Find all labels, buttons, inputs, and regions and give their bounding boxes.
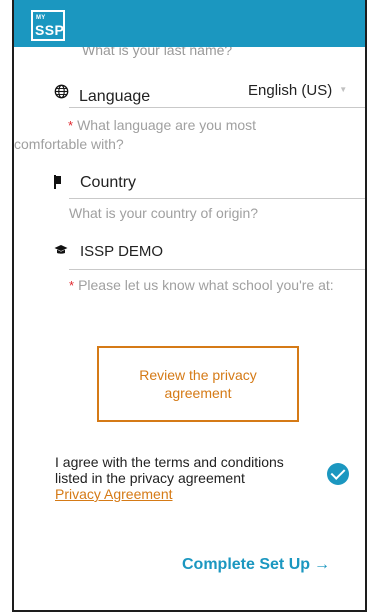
agreement-text: I agree with the terms and conditions li… (55, 454, 290, 502)
language-helper-line2: comfortable with? (14, 136, 124, 152)
language-selected-value: English (US) (248, 82, 333, 99)
school-helper[interactable]: * Please let us know what school you're a… (69, 277, 334, 293)
language-helper-line1: * What language are you most (14, 116, 314, 135)
country-label: Country (80, 174, 137, 191)
complete-setup-label: Complete Set Up (182, 556, 311, 573)
language-helper-text1: What language are you most (77, 117, 257, 133)
device-frame: MY SSP What is your last name? Language … (12, 0, 367, 612)
app-logo[interactable]: MY SSP (31, 10, 65, 41)
globe-icon (54, 84, 69, 103)
school-helper-text: Please let us know what school you're at… (78, 277, 334, 293)
language-helper: * What language are you most comfortable … (14, 116, 314, 153)
country-input[interactable]: What is your country of origin? (69, 205, 258, 221)
chevron-down-icon: ▼ (339, 85, 348, 94)
school-label: ISSP DEMO (80, 243, 164, 260)
agree-checkbox[interactable] (327, 463, 349, 485)
review-privacy-button[interactable]: Review the privacy agreement (97, 346, 299, 422)
app-header: MY SSP (14, 0, 365, 47)
language-label: Language (79, 88, 151, 105)
language-select[interactable]: English (US) ▼ (248, 82, 347, 99)
check-icon (330, 465, 346, 480)
logo-main-text: SSP (35, 22, 65, 38)
logo-small-text: MY (36, 15, 46, 21)
privacy-agreement-link[interactable]: Privacy Agreement (55, 486, 173, 502)
agreement-statement: I agree with the terms and conditions li… (55, 454, 284, 486)
flag-icon (54, 175, 64, 191)
complete-setup-button[interactable]: Complete Set Up → (182, 556, 330, 574)
flag-cloth (56, 176, 61, 184)
language-underline (69, 107, 365, 108)
arrow-right-icon: → (314, 556, 331, 573)
graduation-cap-icon (54, 244, 68, 258)
country-underline (69, 198, 365, 199)
required-mark: * (69, 278, 75, 293)
school-underline (69, 269, 365, 270)
required-mark: * (68, 118, 74, 133)
